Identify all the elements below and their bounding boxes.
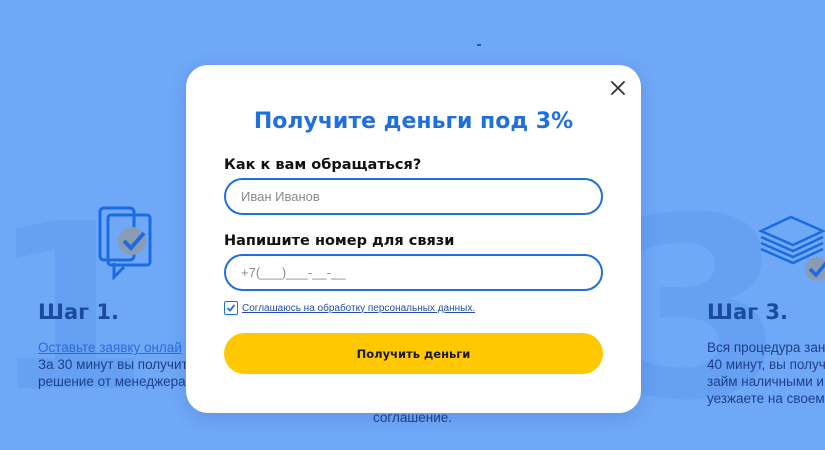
leave-request-link[interactable]: Оставьте заявку онлай [38, 339, 188, 356]
name-input[interactable] [224, 178, 603, 215]
modal-title: Получите деньги под 3% [253, 109, 574, 134]
get-money-button[interactable]: Получить деньги [224, 333, 603, 374]
phone-label: Напишите номер для связи [224, 233, 455, 249]
consent-link[interactable]: Соглашаюсь на обработку персональных дан… [242, 303, 475, 314]
phone-input[interactable] [224, 254, 603, 291]
step-title: Шаг 1. [38, 300, 119, 324]
step-text-line: уезжаете на своем [707, 391, 825, 406]
loan-request-modal: Получите деньги под 3% Как к вам обращат… [186, 65, 641, 413]
step-text-line: Вся процедура зан [707, 340, 825, 355]
consent-checkbox[interactable] [224, 301, 238, 315]
step-3: Шаг 3. Вся процедура зан 40 минут, вы по… [707, 300, 825, 407]
step-title: Шаг 3. [707, 300, 788, 324]
document-check-icon [96, 205, 162, 287]
step-1: Шаг 1. Оставьте заявку онлай За 30 минут… [38, 300, 188, 390]
decorative-dash [477, 44, 481, 46]
checkmark-icon [226, 304, 236, 312]
step-text-line: За 30 минут вы получит [38, 357, 188, 372]
step-text-line: займ наличными и [707, 374, 824, 389]
step-text-line: решение от менеджера [38, 374, 186, 389]
close-icon[interactable] [609, 79, 627, 97]
consent-row: Соглашаюсь на обработку персональных дан… [224, 301, 475, 315]
money-stack-icon [757, 205, 825, 287]
step-text-line: 40 минут, вы получ [707, 357, 825, 372]
name-label: Как к вам обращаться? [224, 157, 422, 173]
